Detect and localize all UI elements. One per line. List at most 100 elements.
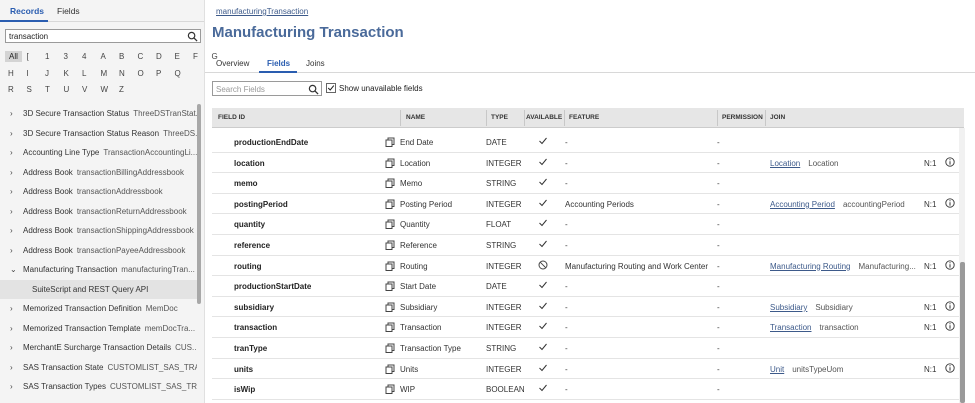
join-link[interactable]: Location [770,159,800,168]
chevron-right-icon[interactable]: › [10,168,13,177]
chevron-right-icon[interactable]: › [10,343,13,352]
copy-icon[interactable] [385,384,395,395]
alpha-filter-item[interactable]: C [138,52,144,61]
record-list-item[interactable]: › Address Book transactionShippingAddressb… [0,221,197,241]
search-icon[interactable] [308,84,319,95]
join-link[interactable]: Manufacturing Routing [770,262,851,271]
breadcrumb[interactable]: manufacturingTransaction [216,7,308,16]
alpha-filter-item[interactable]: O [138,69,144,78]
alpha-filter-item[interactable]: Z [119,85,124,94]
record-search-input[interactable]: transaction [5,29,201,43]
col-name[interactable]: NAME [406,114,425,121]
join-link[interactable]: Accounting Period [770,200,835,209]
show-unavailable-checkbox[interactable] [326,83,336,93]
record-list-item[interactable]: › Address Book transactionReturnAddressboo… [0,202,197,222]
chevron-right-icon[interactable]: › [10,304,13,313]
chevron-down-icon[interactable]: ⌄ [10,265,17,274]
col-available[interactable]: AVAILABLE [526,114,562,121]
record-list-item[interactable]: › 3D Secure Transaction Status Reason Thre… [0,124,197,144]
record-list-item[interactable]: › 3D Secure Transaction Status ThreeDSTran… [0,104,197,124]
col-feature[interactable]: FEATURE [569,114,599,121]
alpha-filter-item[interactable]: All [5,51,22,62]
record-list-item[interactable]: › SAS Transaction TypesCUSTOMLIST_SAS_TRA… [0,377,197,397]
alpha-filter-item[interactable]: H [8,69,14,78]
chevron-right-icon[interactable]: › [10,148,13,157]
copy-icon[interactable] [385,343,395,353]
copy-icon[interactable] [385,178,395,189]
chevron-right-icon[interactable]: › [10,382,13,391]
record-list-item[interactable]: › Address Book transactionPayeeAddressbook [0,241,197,261]
chevron-right-icon[interactable]: › [10,129,13,138]
info-icon[interactable] [945,259,955,270]
col-permission[interactable]: PERMISSION [722,114,763,121]
join-link[interactable]: Subsidiary [770,303,807,312]
chevron-right-icon[interactable]: › [10,187,13,196]
info-icon[interactable] [945,198,955,208]
alpha-filter-item[interactable]: R [8,85,14,94]
alpha-filter-item[interactable]: L [82,69,86,78]
col-field-id[interactable]: FIELD ID [218,114,245,121]
info-icon[interactable] [945,301,955,311]
search-icon[interactable] [187,31,198,42]
copy-icon[interactable] [385,322,395,333]
copy-icon[interactable] [385,240,395,250]
alpha-filter-item[interactable]: [ [27,52,29,61]
record-list-scrollbar[interactable] [197,104,201,304]
alpha-filter-item[interactable]: P [156,69,161,78]
tab-fields[interactable]: Fields [57,6,80,16]
chevron-right-icon[interactable]: › [10,207,13,216]
chevron-right-icon[interactable]: › [10,324,13,333]
alpha-filter-item[interactable]: J [45,69,49,78]
alpha-filter-item[interactable]: S [27,85,32,94]
alpha-filter-item[interactable]: B [119,52,124,61]
record-list-item[interactable]: › Accounting Line Type TransactionAccounti… [0,143,197,163]
alpha-filter-item[interactable]: Q [175,69,181,78]
record-list-item[interactable]: ⌄ Manufacturing Transaction manufacturingT… [0,260,197,280]
record-list-item[interactable]: › MerchantE Surcharge Transaction Details… [0,338,197,358]
field-search-input[interactable]: Search Fields [212,81,322,96]
record-sub-item[interactable]: SuiteScript and REST Query API [0,279,197,299]
join-link[interactable]: Unit [770,365,784,374]
join-link[interactable]: Transaction [770,323,812,332]
tab-overview[interactable]: Overview [216,59,249,68]
alpha-filter-item[interactable]: N [119,69,125,78]
record-list-item[interactable]: › Address Book transactionBillingAddressbo… [0,163,197,183]
tab-joins[interactable]: Joins [306,59,325,68]
chevron-right-icon[interactable]: › [10,363,13,372]
alpha-filter-item[interactable]: E [175,52,180,61]
alpha-filter-item[interactable]: U [64,85,70,94]
alpha-filter-item[interactable]: D [156,52,162,61]
copy-icon[interactable] [385,364,395,374]
info-icon[interactable] [945,362,955,373]
alpha-filter-item[interactable]: F [193,52,198,61]
copy-icon[interactable] [385,219,395,230]
alpha-filter-item[interactable]: I [27,69,29,78]
alpha-filter-item[interactable]: W [101,85,109,94]
copy-icon[interactable] [385,302,395,312]
alpha-filter-item[interactable]: 1 [45,52,49,61]
col-join[interactable]: JOIN [770,114,785,121]
copy-icon[interactable] [385,158,395,168]
alpha-filter-item[interactable]: A [101,52,106,61]
tab-fields-detail[interactable]: Fields [267,59,290,68]
info-icon[interactable] [945,156,955,167]
record-list-item[interactable]: › Address Book transactionAddressbook [0,182,197,202]
copy-icon[interactable] [385,281,395,292]
alpha-filter-item[interactable]: 3 [64,52,68,61]
alpha-filter-item[interactable]: T [45,85,50,94]
alpha-filter-item[interactable]: K [64,69,69,78]
table-scrollbar[interactable] [960,262,965,403]
info-icon[interactable] [945,321,955,332]
copy-icon[interactable] [385,199,395,209]
chevron-right-icon[interactable]: › [10,246,13,255]
alpha-filter-item[interactable]: M [101,69,108,78]
record-list-item[interactable]: › Memorized Transaction Definition MemDoc [0,299,197,319]
tab-records[interactable]: Records [10,6,44,16]
col-type[interactable]: TYPE [491,114,508,121]
alpha-filter-item[interactable]: 4 [82,52,86,61]
chevron-right-icon[interactable]: › [10,109,13,118]
record-list-item[interactable]: › SAS Transaction StateCUSTOMLIST_SAS_TRA… [0,358,197,378]
record-list-item[interactable]: › Memorized Transaction Template memDocTra… [0,319,197,339]
alpha-filter-item[interactable]: V [82,85,87,94]
chevron-right-icon[interactable]: › [10,226,13,235]
